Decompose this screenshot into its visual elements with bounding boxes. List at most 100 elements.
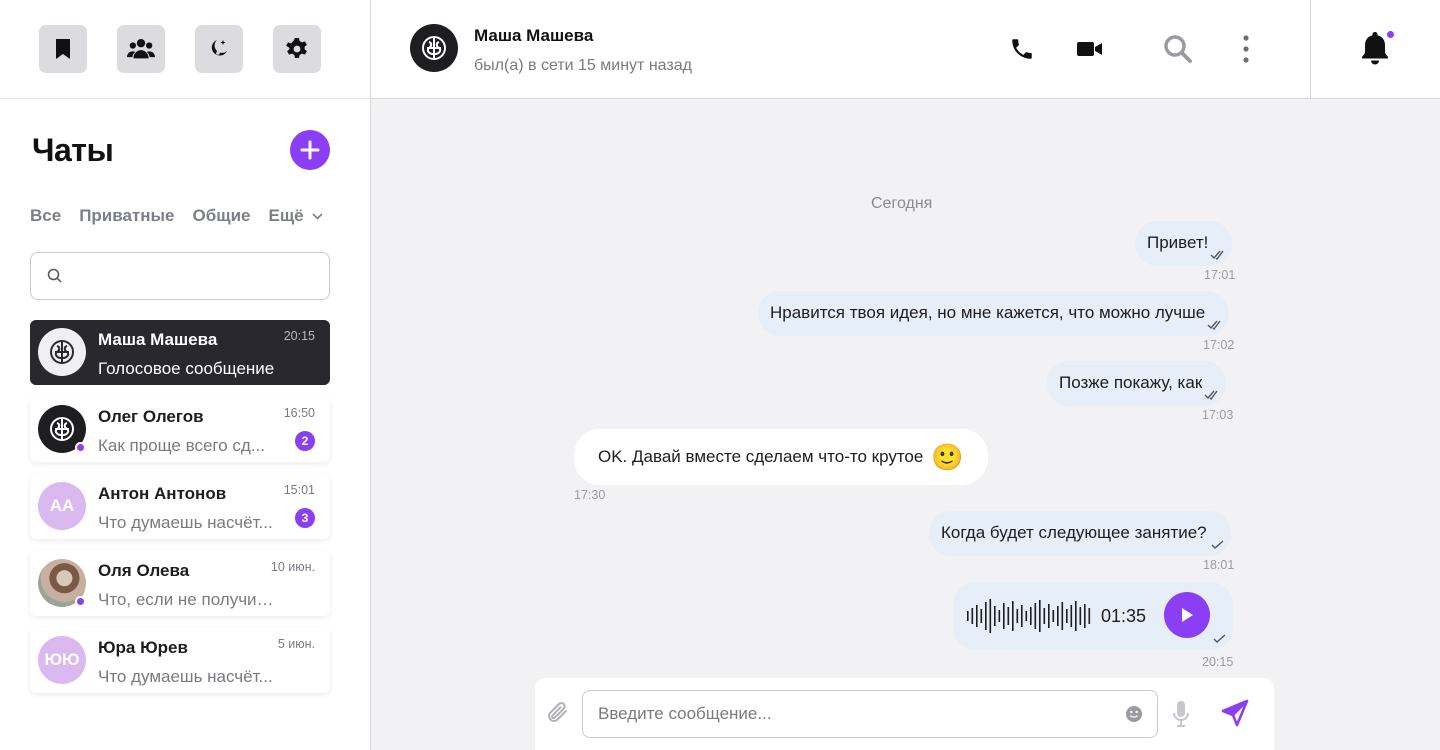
search-chat-button[interactable]	[1163, 34, 1193, 64]
message-time: 20:15	[1202, 655, 1234, 669]
send-icon	[1221, 699, 1249, 727]
voice-record-button[interactable]	[1172, 700, 1190, 733]
waveform-bar	[1070, 605, 1073, 627]
emoji-button[interactable]	[1125, 705, 1143, 728]
waveform-bar	[1007, 607, 1010, 625]
waveform-bar	[989, 599, 992, 633]
settings-button[interactable]	[273, 25, 321, 73]
chat-item-masha[interactable]: Маша Машева Голосовое сообщение 20:15	[30, 320, 330, 385]
check-icon	[1211, 540, 1224, 549]
filter-more-label: Ещё	[268, 206, 304, 225]
message-time: 17:03	[1202, 408, 1234, 422]
more-icon	[1243, 35, 1249, 63]
avatar: ЮЮ	[38, 636, 86, 684]
filter-more[interactable]: Ещё	[268, 206, 323, 226]
waveform-bar	[1025, 611, 1028, 621]
chat-item-anton[interactable]: AA Антон Антонов Что думаешь насчёт... 1…	[30, 474, 330, 539]
waveform-bar	[1012, 601, 1014, 631]
call-button[interactable]	[1007, 34, 1037, 64]
more-options-button[interactable]	[1231, 34, 1261, 64]
new-chat-button[interactable]	[290, 130, 330, 170]
chat-time: 15:01	[283, 483, 315, 497]
chevron-down-icon	[312, 212, 323, 220]
message-composer	[535, 678, 1274, 750]
send-button[interactable]	[1220, 698, 1250, 733]
chat-name: Оля Олева	[98, 561, 190, 580]
header-divider	[1310, 0, 1311, 99]
message-bubble-incoming[interactable]: OK. Давай вместе сделаем что-то крутое 🙂	[574, 429, 988, 485]
search-icon	[47, 268, 62, 283]
waveform-bar	[1043, 608, 1046, 624]
night-mode-button[interactable]	[195, 25, 243, 73]
chat-last-message: Что, если не получит...	[98, 590, 276, 609]
chat-name: Маша Машева	[98, 330, 218, 349]
online-indicator	[75, 596, 86, 607]
chat-item-yura[interactable]: ЮЮ Юра Юрев Что думаешь насчёт... 5 июн.	[30, 628, 330, 693]
play-button[interactable]	[1164, 592, 1210, 638]
waveform-bar	[1034, 603, 1037, 629]
message-time: 17:02	[1203, 338, 1235, 352]
message-bubble[interactable]: Нравится твоя идея, но мне кажется, что …	[758, 291, 1230, 336]
video-call-button[interactable]	[1075, 34, 1105, 64]
chat-time: 20:15	[283, 329, 315, 343]
message-text: Привет!	[1147, 233, 1209, 252]
voice-duration: 01:35	[1101, 606, 1147, 626]
double-check-icon	[1204, 390, 1218, 400]
double-check-icon	[1210, 250, 1224, 260]
avatar	[38, 328, 86, 376]
waveform-bar	[967, 611, 969, 621]
contact-name: Маша Машева	[474, 26, 594, 45]
waveform-bar	[1039, 600, 1041, 632]
message-bubble[interactable]: Привет!	[1135, 221, 1233, 266]
unread-badge: 2	[295, 431, 315, 451]
chat-last-message: Голосовое сообщение	[98, 359, 275, 378]
avatar: AA	[38, 482, 86, 530]
chat-name: Антон Антонов	[98, 484, 227, 503]
contact-avatar[interactable]	[410, 24, 458, 72]
chat-time: 16:50	[283, 406, 315, 420]
chat-name: Олег Олегов	[98, 407, 204, 426]
message-time: 18:01	[1203, 558, 1235, 572]
waveform-bar	[976, 605, 978, 627]
waveform-bar	[1003, 603, 1005, 629]
message-bubble[interactable]: Позже покажу, как	[1047, 361, 1227, 406]
attach-button[interactable]	[545, 700, 571, 731]
chat-item-olya[interactable]: Оля Олева Что, если не получит... 10 июн…	[30, 551, 330, 616]
date-separator: Сегодня	[871, 195, 933, 212]
microphone-icon	[1173, 701, 1189, 727]
waveform-bar	[971, 608, 974, 624]
check-icon	[1213, 634, 1226, 643]
message-input[interactable]	[583, 691, 1103, 737]
plus-icon	[300, 140, 320, 160]
chat-time: 5 июн.	[277, 637, 315, 651]
message-bubble[interactable]: Когда будет следующее занятие?	[929, 511, 1231, 556]
filter-all[interactable]: Все	[30, 206, 61, 226]
emoji-icon	[1126, 706, 1142, 722]
double-check-icon	[1207, 320, 1221, 330]
smile-emoji-icon: 🙂	[931, 442, 964, 472]
waveform-bar	[1048, 604, 1050, 628]
waveform-bar	[994, 606, 996, 626]
message-text: Когда будет следующее занятие?	[941, 523, 1207, 542]
play-icon	[1182, 608, 1193, 622]
bookmarks-button[interactable]	[39, 25, 87, 73]
waveform-bar	[985, 602, 987, 630]
message-text: OK. Давай вместе сделаем что-то крутое	[598, 447, 924, 466]
chats-title: Чаты	[32, 132, 114, 168]
waveform-bar	[1079, 607, 1082, 625]
search-input[interactable]	[71, 267, 311, 285]
chat-item-oleg[interactable]: Олег Олегов Как проще всего сд... 16:50 …	[30, 397, 330, 462]
message-input-box	[582, 690, 1158, 738]
chat-name: Юра Юрев	[98, 638, 188, 657]
chat-last-message: Как проще всего сд...	[98, 436, 265, 455]
waveform-bar	[1016, 609, 1019, 623]
chat-last-message: Что думаешь насчёт...	[98, 667, 273, 686]
waveform-bar	[1084, 604, 1086, 628]
filter-private[interactable]: Приватные	[79, 206, 174, 226]
online-indicator	[75, 442, 86, 453]
voice-message[interactable]: 01:35	[953, 582, 1233, 650]
chat-time: 10 июн.	[270, 560, 315, 574]
contacts-button[interactable]	[117, 25, 165, 73]
bookmark-icon	[56, 39, 70, 59]
filter-groups[interactable]: Общие	[193, 206, 251, 226]
